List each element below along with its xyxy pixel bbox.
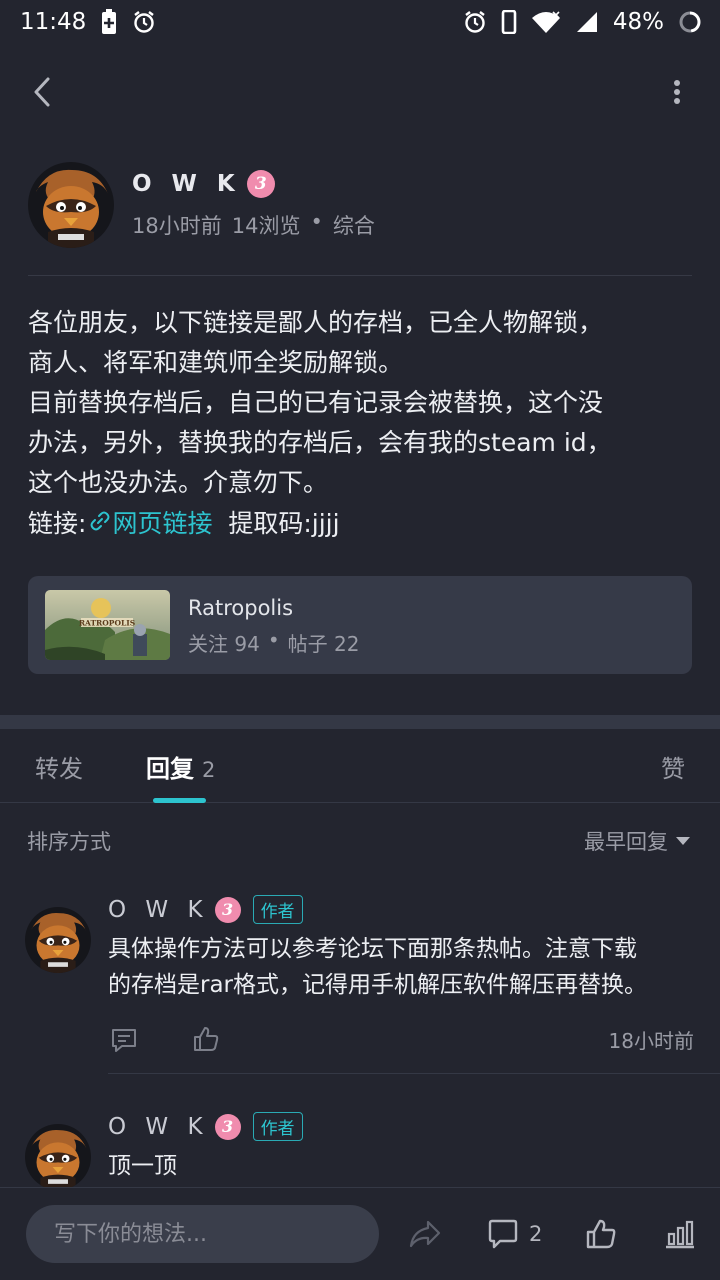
tab-bar: 转发 回复 2 赞 — [0, 729, 720, 803]
alarm-icon — [132, 10, 156, 34]
comment-text[interactable]: 顶一顶 — [108, 1148, 688, 1184]
top-nav-bar — [0, 60, 720, 124]
comment-input-box[interactable] — [26, 1205, 379, 1263]
tab-reply[interactable]: 回复 2 — [146, 749, 215, 784]
game-logo-text: RATROPOLIS — [79, 619, 135, 628]
comment-count: 2 — [529, 1222, 543, 1246]
bottom-action-bar: 2 — [0, 1187, 720, 1280]
web-link[interactable]: 网页链接 — [112, 509, 212, 538]
comment-text-line: 具体操作方法可以参考论坛下面那条热帖。注意下载 — [108, 936, 637, 962]
comment-header: O W K 3 作者 — [108, 1112, 303, 1141]
comment-author[interactable]: O W K — [108, 897, 209, 923]
post-author-row: O W K 3 18小时前 14浏览 • 综合 — [28, 160, 692, 250]
battery-percent: 48% — [612, 9, 664, 35]
comment-count-button[interactable]: 2 — [487, 1210, 542, 1258]
stats-separator: • — [267, 628, 280, 652]
avatar[interactable] — [28, 162, 114, 248]
vibrate-icon — [501, 10, 517, 34]
comment-time: 18小时前 — [608, 1029, 694, 1053]
comment-icon — [488, 1219, 518, 1249]
level-badge: 3 — [214, 1113, 241, 1140]
game-name: Ratropolis — [188, 596, 294, 620]
sort-row: 排序方式 最早回复 — [0, 820, 720, 860]
post-text-line: 商人、将军和建筑师全奖励解锁。 — [28, 348, 404, 377]
like-button[interactable] — [585, 1210, 617, 1258]
status-bar: 11:48 48% — [0, 0, 720, 44]
post-link-line: 链接: 网页链接 提取码:jjjj — [28, 503, 692, 547]
sort-dropdown[interactable]: 最早回复 — [584, 826, 690, 856]
sort-selected: 最早回复 — [584, 830, 668, 854]
post-time: 18小时前 — [132, 214, 222, 238]
section-separator — [0, 715, 720, 729]
tab-repost[interactable]: 转发 — [35, 749, 83, 784]
game-stats: 关注 94 • 帖子 22 — [188, 628, 359, 657]
post-category[interactable]: 综合 — [333, 210, 375, 240]
alarm-icon — [463, 10, 487, 34]
more-vertical-icon — [674, 80, 680, 104]
comment-text[interactable]: 具体操作方法可以参考论坛下面那条热帖。注意下载 的存档是rar格式，记得用手机解… — [108, 931, 688, 1003]
extract-code: 提取码:jjjj — [228, 509, 340, 538]
comment-header: O W K 3 作者 — [108, 895, 303, 924]
share-icon — [409, 1220, 441, 1248]
caret-down-icon — [676, 837, 690, 845]
post-text-line: 各位朋友，以下链接是鄙人的存档，已全人物解锁， — [28, 308, 604, 337]
post-text-line: 目前替换存档后，自己的已有记录会被替换，这个没 — [28, 388, 604, 417]
divider — [28, 275, 692, 276]
tab-reply-count: 2 — [202, 758, 216, 782]
tab-like[interactable]: 赞 — [661, 749, 685, 784]
share-button[interactable] — [408, 1210, 442, 1258]
game-thumbnail: RATROPOLIS — [45, 590, 170, 660]
signal-icon — [575, 10, 599, 34]
avatar[interactable] — [25, 1124, 91, 1190]
divider — [108, 1073, 720, 1074]
comment-author[interactable]: O W K — [108, 1114, 209, 1140]
back-button[interactable] — [22, 72, 62, 112]
comment-text-line: 的存档是rar格式，记得用手机解压软件解压再替换。 — [108, 972, 648, 998]
post-body: 各位朋友，以下链接是鄙人的存档，已全人物解锁， 商人、将军和建筑师全奖励解锁。 … — [28, 303, 692, 547]
more-options-button[interactable] — [662, 72, 692, 112]
link-icon — [90, 503, 110, 543]
battery-saver-icon — [100, 9, 118, 35]
battery-icon — [678, 10, 702, 34]
link-prefix: 链接: — [28, 509, 87, 538]
stats-button[interactable] — [664, 1210, 696, 1258]
thumbs-up-icon — [586, 1219, 616, 1249]
bar-chart-icon — [666, 1220, 694, 1249]
author-tag: 作者 — [252, 1112, 303, 1141]
comment-item: O W K 3 作者 顶一顶 — [0, 1112, 720, 1190]
status-time: 11:48 — [20, 9, 87, 35]
comment-reply-icon[interactable] — [110, 1027, 138, 1057]
game-followers: 关注 94 — [188, 632, 260, 656]
level-badge: 3 — [214, 896, 241, 923]
comment-actions: 18小时前 — [108, 1025, 694, 1055]
tab-active-indicator — [153, 798, 206, 803]
chevron-left-icon — [34, 77, 50, 107]
post-text-line: 这个也没办法。介意勿下。 — [28, 468, 329, 497]
comment-text-line: 顶一顶 — [108, 1153, 177, 1179]
comment-like-icon[interactable] — [192, 1025, 220, 1057]
comment-input[interactable] — [26, 1205, 379, 1263]
post-text-line: 办法，另外，替换我的存档后，会有我的steam id， — [28, 428, 612, 457]
author-name-text: O W K — [132, 171, 241, 197]
tab-reply-label: 回复 — [146, 755, 194, 783]
level-badge: 3 — [246, 170, 275, 198]
meta-separator: • — [310, 210, 323, 234]
author-tag: 作者 — [252, 895, 303, 924]
avatar[interactable] — [25, 907, 91, 973]
post-author-name[interactable]: O W K 3 — [132, 170, 275, 198]
post-meta: 18小时前 14浏览 • 综合 — [132, 210, 375, 240]
game-card[interactable]: RATROPOLIS Ratropolis 关注 94 • 帖子 22 — [28, 576, 692, 674]
game-posts: 帖子 22 — [287, 632, 360, 656]
sort-label: 排序方式 — [27, 830, 111, 854]
comment-item: O W K 3 作者 具体操作方法可以参考论坛下面那条热帖。注意下载 的存档是r… — [0, 895, 720, 1075]
post-views: 14浏览 — [231, 214, 301, 238]
wifi-icon — [531, 10, 561, 34]
